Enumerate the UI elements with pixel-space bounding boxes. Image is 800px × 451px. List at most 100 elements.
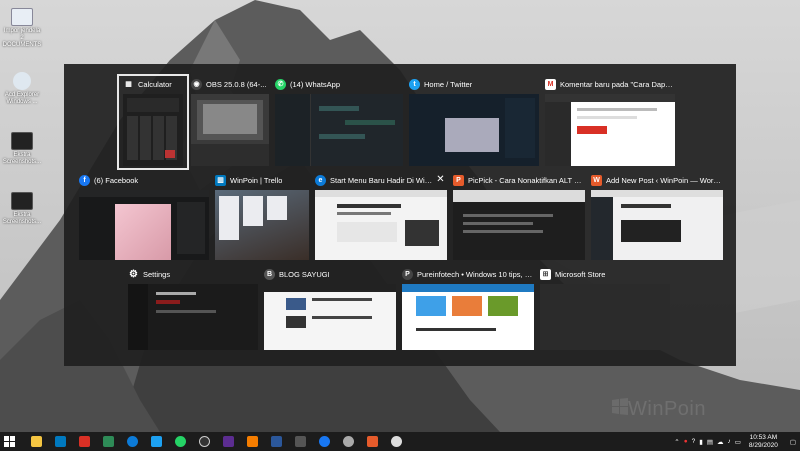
- blogger-icon: B: [264, 268, 275, 280]
- screenshot-icon: [11, 192, 33, 210]
- store-icon: ⊞: [540, 268, 551, 280]
- window-title: P PicPick - Cara Nonaktifkan ALT + T...: [453, 172, 585, 188]
- window-blogger[interactable]: B BLOG SAYUGI: [264, 266, 396, 352]
- desktop-icon[interactable]: Ekstra Screenshots...: [2, 132, 42, 166]
- taskbar-twitter[interactable]: [144, 432, 168, 451]
- facebook-icon: [318, 436, 330, 447]
- window-thumbnail: [264, 284, 396, 350]
- windows-logo-icon: [3, 436, 15, 447]
- window-thumbnail: [402, 284, 534, 350]
- help-icon[interactable]: ?: [692, 438, 696, 445]
- picpick-icon: P: [453, 174, 464, 186]
- window-thumbnail: [540, 284, 670, 350]
- taskbar-word[interactable]: [264, 432, 288, 451]
- window-thumbnail: [409, 94, 539, 166]
- taskbar-picpick[interactable]: [360, 432, 384, 451]
- window-thumbnail: [545, 94, 675, 166]
- taskbar-edge[interactable]: [120, 432, 144, 451]
- start-button[interactable]: [0, 432, 18, 451]
- settings-icon: ⚙: [129, 268, 138, 280]
- clock-date: 8/29/2020: [748, 441, 778, 449]
- window-thumbnail: [275, 94, 403, 166]
- window-wordpress[interactable]: W Add New Post ‹ WinPoin — WordP...: [591, 172, 723, 262]
- taskbar-file-explorer[interactable]: [24, 432, 48, 451]
- taskbar-obs[interactable]: [192, 432, 216, 451]
- desktop-icon[interactable]: Acd Explorer Windows ...: [2, 72, 42, 106]
- volume-icon[interactable]: ♪: [728, 438, 731, 445]
- clock[interactable]: 10:53 AM 8/29/2020: [749, 434, 778, 450]
- cloud-icon[interactable]: ☁: [717, 438, 724, 446]
- window-title: W Add New Post ‹ WinPoin — WordP...: [591, 172, 723, 188]
- desktop-icon-label: Ekstra Screenshots...: [2, 212, 42, 225]
- picpick-icon: [366, 436, 378, 447]
- close-window-button[interactable]: ✕: [435, 174, 446, 185]
- window-settings[interactable]: ⚙ Settings: [128, 266, 258, 352]
- battery-icon[interactable]: ▭: [735, 438, 741, 446]
- action-center-icon[interactable]: ▢: [790, 438, 796, 446]
- window-thumbnail: [128, 284, 258, 350]
- taskbar-gmail[interactable]: [72, 432, 96, 451]
- github-icon: [390, 436, 402, 447]
- taskbar-blogger[interactable]: [240, 432, 264, 451]
- app-icon: [13, 72, 31, 90]
- window-facebook[interactable]: f (6) Facebook: [79, 172, 209, 262]
- window-microsoft-store[interactable]: ⊞ Microsoft Store: [540, 266, 670, 352]
- edge-icon: [126, 436, 138, 447]
- obs-icon: [198, 436, 210, 447]
- window-edge[interactable]: e Start Menu Baru Hadir Di Windows... ✕: [315, 172, 447, 262]
- window-title: P Pureinfotech • Windows 10 tips, on...: [402, 266, 534, 282]
- watermark: WinPoin: [628, 398, 706, 420]
- window-calculator[interactable]: ▦ Calculator: [117, 74, 189, 170]
- notification-badge-icon[interactable]: ●: [684, 438, 688, 445]
- window-title: f (6) Facebook: [79, 172, 209, 188]
- window-gmail[interactable]: M Komentar baru pada "Cara Dapatk...: [545, 76, 675, 168]
- window-pureinfotech[interactable]: P Pureinfotech • Windows 10 tips, on...: [402, 266, 534, 352]
- window-title: B BLOG SAYUGI: [264, 266, 396, 282]
- trello-icon: ▥: [215, 174, 226, 186]
- window-thumbnail: [79, 190, 209, 260]
- task-switcher: ▦ Calculator ◉ OBS 25.0.8 (64-... ✆ (14)…: [64, 64, 736, 366]
- microphone-icon[interactable]: ▮: [699, 438, 703, 446]
- window-title: M Komentar baru pada "Cara Dapatk...: [545, 76, 675, 92]
- window-thumbnail: [215, 190, 309, 260]
- window-picpick[interactable]: P PicPick - Cara Nonaktifkan ALT + T...: [453, 172, 585, 262]
- taskbar-settings[interactable]: [336, 432, 360, 451]
- window-trello[interactable]: ▥ WinPoin | Trello: [215, 172, 309, 262]
- taskbar-trello[interactable]: [48, 432, 72, 451]
- taskbar-whatsapp[interactable]: [168, 432, 192, 451]
- window-thumbnail: [315, 190, 447, 260]
- winpoin-logo-icon: [612, 398, 628, 415]
- window-whatsapp[interactable]: ✆ (14) WhatsApp: [275, 76, 403, 168]
- gear-icon: [342, 436, 354, 447]
- chevron-up-icon[interactable]: ⌃: [674, 438, 679, 446]
- clock-time: 10:53 AM: [749, 433, 778, 441]
- folder-icon: [30, 436, 42, 447]
- edge-icon: e: [315, 174, 326, 186]
- desktop-icon-label: Ekstra Screenshots...: [2, 152, 42, 165]
- window-thumbnail: [591, 190, 723, 260]
- window-title: t Home / Twitter: [409, 76, 539, 92]
- window-obs[interactable]: ◉ OBS 25.0.8 (64-...: [191, 76, 269, 168]
- desktop-icon[interactable]: Impor jendela 2 DOCUMENTS: [2, 8, 42, 49]
- twitter-icon: [150, 436, 162, 447]
- screenshot-icon: [11, 132, 33, 150]
- taskbar-github[interactable]: [384, 432, 408, 451]
- window-twitter[interactable]: t Home / Twitter: [409, 76, 539, 168]
- desktop-icon-label: Impor jendela 2 DOCUMENTS: [2, 28, 42, 48]
- obs-icon: ◉: [191, 78, 202, 90]
- twitter-icon: t: [409, 78, 420, 90]
- chrome-icon: P: [402, 268, 413, 280]
- taskbar-calculator[interactable]: [288, 432, 312, 451]
- trello-icon: [54, 436, 66, 447]
- gmail-icon: [78, 436, 90, 447]
- taskbar-facebook[interactable]: [312, 432, 336, 451]
- taskbar-solitaire[interactable]: [96, 432, 120, 451]
- wordpress-icon: W: [591, 174, 602, 186]
- network-icon[interactable]: ▤: [707, 438, 713, 446]
- window-thumbnail: [191, 94, 269, 166]
- taskbar-store[interactable]: [216, 432, 240, 451]
- facebook-icon: f: [79, 174, 90, 186]
- whatsapp-icon: ✆: [275, 78, 286, 90]
- desktop-icon[interactable]: Ekstra Screenshots...: [2, 192, 42, 226]
- gmail-icon: M: [545, 78, 556, 90]
